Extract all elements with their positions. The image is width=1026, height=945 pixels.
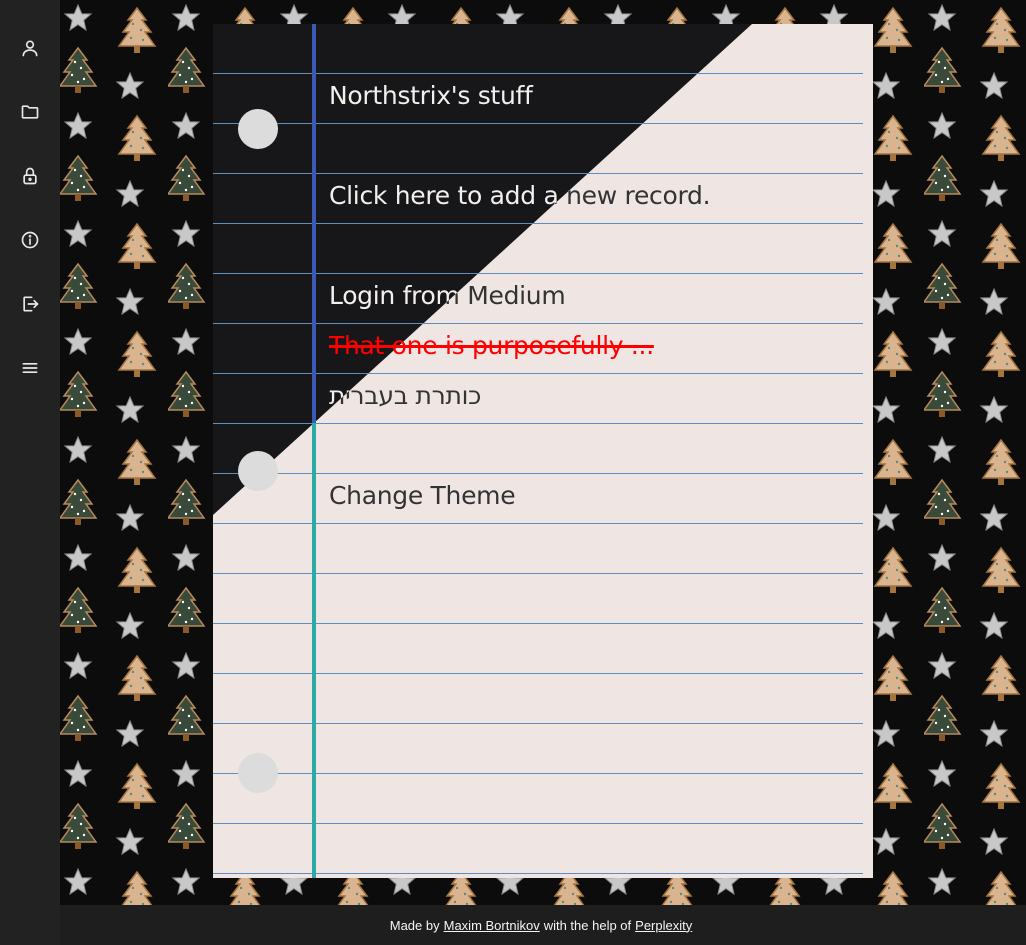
logout-button[interactable] [15,289,45,319]
files-button[interactable] [15,97,45,127]
info-button[interactable] [15,225,45,255]
sidebar [0,0,60,945]
profile-button[interactable] [15,33,45,63]
folder-icon [21,105,39,119]
footer-with-help: with the help of [543,917,632,933]
info-icon [21,231,39,249]
lock-icon [23,167,37,185]
page-title: Northstrix's stuff [329,81,533,110]
footer-made-by: Made by [389,917,440,933]
change-theme-link[interactable]: Change Theme [329,481,516,510]
logout-icon [23,296,39,312]
user-icon [22,40,38,57]
hamburger-menu-icon [22,363,38,373]
footer: Made by Maxim Bortnikov with the help of… [60,905,1026,945]
notebook-paper: Northstrix's stuff Click here to add a n… [213,24,873,878]
lock-button[interactable] [15,161,45,191]
author-link[interactable]: Maxim Bortnikov [444,918,540,933]
helper-link[interactable]: Perplexity [635,918,692,933]
menu-button[interactable] [15,353,45,383]
